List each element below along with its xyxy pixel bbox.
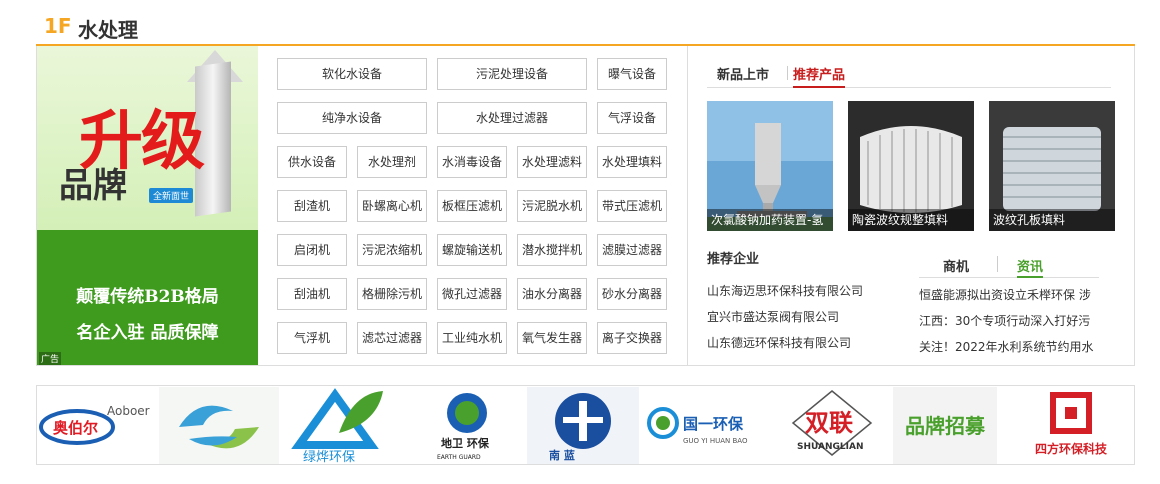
category-link[interactable]: 气浮机 xyxy=(277,322,347,354)
section-divider xyxy=(687,46,688,365)
product-caption: 波纹孔板填料 xyxy=(989,209,1115,231)
news-tabs: 商机 资讯 xyxy=(919,254,1099,278)
category-link[interactable]: 刮渣机 xyxy=(277,190,347,222)
product-tabs: 新品上市 推荐产品 xyxy=(707,62,1111,88)
tab-separator xyxy=(787,66,788,80)
company-link[interactable]: 山东德远环保科技有限公司 xyxy=(707,334,851,351)
category-link[interactable]: 离子交换器 xyxy=(597,322,667,354)
company-link[interactable]: 宜兴市盛达泵阀有限公司 xyxy=(707,308,839,325)
tab-separator xyxy=(997,256,998,272)
banner-brand-tag: 全新面世 xyxy=(149,188,194,203)
floor-main: 升级 品牌 全新面世 颠覆传统B2B格局 名企入驻 品质保障 广告 软化水设备 … xyxy=(36,46,1135,366)
category-link[interactable]: 砂水分离器 xyxy=(597,278,667,310)
earth-guard-en: EARTH GUARD xyxy=(437,454,481,461)
category-link[interactable]: 微孔过滤器 xyxy=(437,278,507,310)
product-caption: 陶瓷波纹规整填料 xyxy=(848,209,974,231)
category-link[interactable]: 带式压滤机 xyxy=(597,190,667,222)
sifang-logo-icon: 四方环保科技 xyxy=(1035,392,1108,456)
guoyi-en: GUO YI HUAN BAO xyxy=(683,437,748,445)
banner-slogan-1: 颠覆传统B2B格局 xyxy=(76,287,219,307)
logo-nanlan[interactable]: 南 蓝 xyxy=(527,387,639,464)
product-card[interactable]: 陶瓷波纹规整填料 xyxy=(848,101,974,231)
banner-ad[interactable]: 升级 品牌 全新面世 颠覆传统B2B格局 名企入驻 品质保障 广告 xyxy=(37,46,258,365)
nanlan-cn: 南 蓝 xyxy=(549,448,575,462)
lvye-name: 绿烨环保 xyxy=(303,450,355,464)
tab-recommended-products[interactable]: 推荐产品 xyxy=(793,64,846,88)
logo-shuanglian[interactable]: 双联 SHUANGLIAN xyxy=(777,387,887,464)
guoyi-logo-icon: 国一环保 GUO YI HUAN BAO xyxy=(647,407,748,445)
tab-new-products[interactable]: 新品上市 xyxy=(717,64,769,88)
product-caption: 次氯酸钠加药装置-氢 xyxy=(707,209,833,231)
logo-earth-guard[interactable]: 地卫 环保 EARTH GUARD xyxy=(407,387,527,464)
category-link[interactable]: 污泥浓缩机 xyxy=(357,234,427,266)
news-link[interactable]: 关注！2022年水利系统节约用水 xyxy=(919,338,1107,355)
category-link[interactable]: 螺旋输送机 xyxy=(437,234,507,266)
ad-label: 广告 xyxy=(39,352,62,365)
floor-header: 1F 水处理 xyxy=(36,8,1135,46)
category-link[interactable]: 潜水搅拌机 xyxy=(517,234,587,266)
aoboer-logo-icon: 奥伯尔 Aoboer xyxy=(39,404,150,445)
company-link[interactable]: 山东海迈思环保科技有限公司 xyxy=(707,282,863,299)
shuanglian-logo-icon: 双联 SHUANGLIAN xyxy=(791,390,873,456)
logo-lvye[interactable]: 绿烨环保 xyxy=(283,387,403,464)
brand-recruit-text: 品牌招募 xyxy=(905,414,986,438)
earth-guard-logo-icon: 地卫 环保 EARTH GUARD xyxy=(437,393,490,461)
category-link[interactable]: 曝气设备 xyxy=(597,58,667,90)
category-link[interactable]: 水处理剂 xyxy=(357,146,427,178)
logo-aoboer[interactable]: 奥伯尔 Aoboer xyxy=(39,387,157,464)
logo-brand-recruit[interactable]: 品牌招募 xyxy=(893,387,997,464)
category-link[interactable]: 污泥脱水机 xyxy=(517,190,587,222)
category-link[interactable]: 刮油机 xyxy=(277,278,347,310)
category-link[interactable]: 氧气发生器 xyxy=(517,322,587,354)
shuanglian-cn: 双联 xyxy=(805,408,853,437)
category-link[interactable]: 水消毒设备 xyxy=(437,146,507,178)
category-link[interactable]: 格栅除污机 xyxy=(357,278,427,310)
lvye-logo-icon: 绿烨环保 xyxy=(291,388,383,464)
category-link[interactable]: 板框压滤机 xyxy=(437,190,507,222)
tab-info[interactable]: 资讯 xyxy=(1017,256,1044,278)
shuanglian-en: SHUANGLIAN xyxy=(797,442,864,452)
recommended-companies-title: 推荐企业 xyxy=(707,252,760,267)
brand-recruit-icon: 品牌招募 xyxy=(893,387,997,464)
news-link[interactable]: 江西：30个专项行动深入打好污 xyxy=(919,312,1107,329)
product-card[interactable]: 次氯酸钠加药装置-氢 xyxy=(707,101,833,231)
swirl-logo-icon xyxy=(159,387,279,464)
floor-number: 1F xyxy=(44,14,72,38)
product-card[interactable]: 波纹孔板填料 xyxy=(989,101,1115,231)
category-link[interactable]: 软化水设备 xyxy=(277,58,427,90)
category-link[interactable]: 启闭机 xyxy=(277,234,347,266)
category-link[interactable]: 纯净水设备 xyxy=(277,102,427,134)
floor-title[interactable]: 水处理 xyxy=(78,14,138,43)
category-link[interactable]: 气浮设备 xyxy=(597,102,667,134)
brand-logo-strip: 奥伯尔 Aoboer 绿烨环保 地卫 环保 EARTH GUARD 南 蓝 国一… xyxy=(36,385,1135,465)
banner-slogan-2: 名企入驻 品质保障 xyxy=(76,323,219,343)
category-link[interactable]: 卧螺离心机 xyxy=(357,190,427,222)
earth-guard-cn: 地卫 环保 xyxy=(441,436,490,450)
aoboer-en: Aoboer xyxy=(107,404,150,418)
logo-sifang[interactable]: 四方环保科技 xyxy=(1013,387,1131,464)
tab-business[interactable]: 商机 xyxy=(943,256,969,278)
sifang-name: 四方环保科技 xyxy=(1035,441,1108,456)
category-link[interactable]: 滤芯过滤器 xyxy=(357,322,427,354)
logo-brand-2[interactable] xyxy=(159,387,279,464)
category-link[interactable]: 油水分离器 xyxy=(517,278,587,310)
category-link[interactable]: 污泥处理设备 xyxy=(437,58,587,90)
category-link[interactable]: 水处理过滤器 xyxy=(437,102,587,134)
logo-guoyi[interactable]: 国一环保 GUO YI HUAN BAO xyxy=(645,387,771,464)
category-link[interactable]: 供水设备 xyxy=(277,146,347,178)
nanlan-logo-icon: 南 蓝 xyxy=(527,387,639,464)
category-link[interactable]: 滤膜过滤器 xyxy=(597,234,667,266)
category-link[interactable]: 水处理滤料 xyxy=(517,146,587,178)
banner-brand: 品牌 xyxy=(59,166,127,206)
guoyi-cn: 国一环保 xyxy=(683,415,744,433)
category-link[interactable]: 水处理填料 xyxy=(597,146,667,178)
category-link[interactable]: 工业纯水机 xyxy=(437,322,507,354)
aoboer-cn: 奥伯尔 xyxy=(53,419,98,437)
news-link[interactable]: 恒盛能源拟出资设立禾榉环保 涉 xyxy=(919,286,1107,303)
